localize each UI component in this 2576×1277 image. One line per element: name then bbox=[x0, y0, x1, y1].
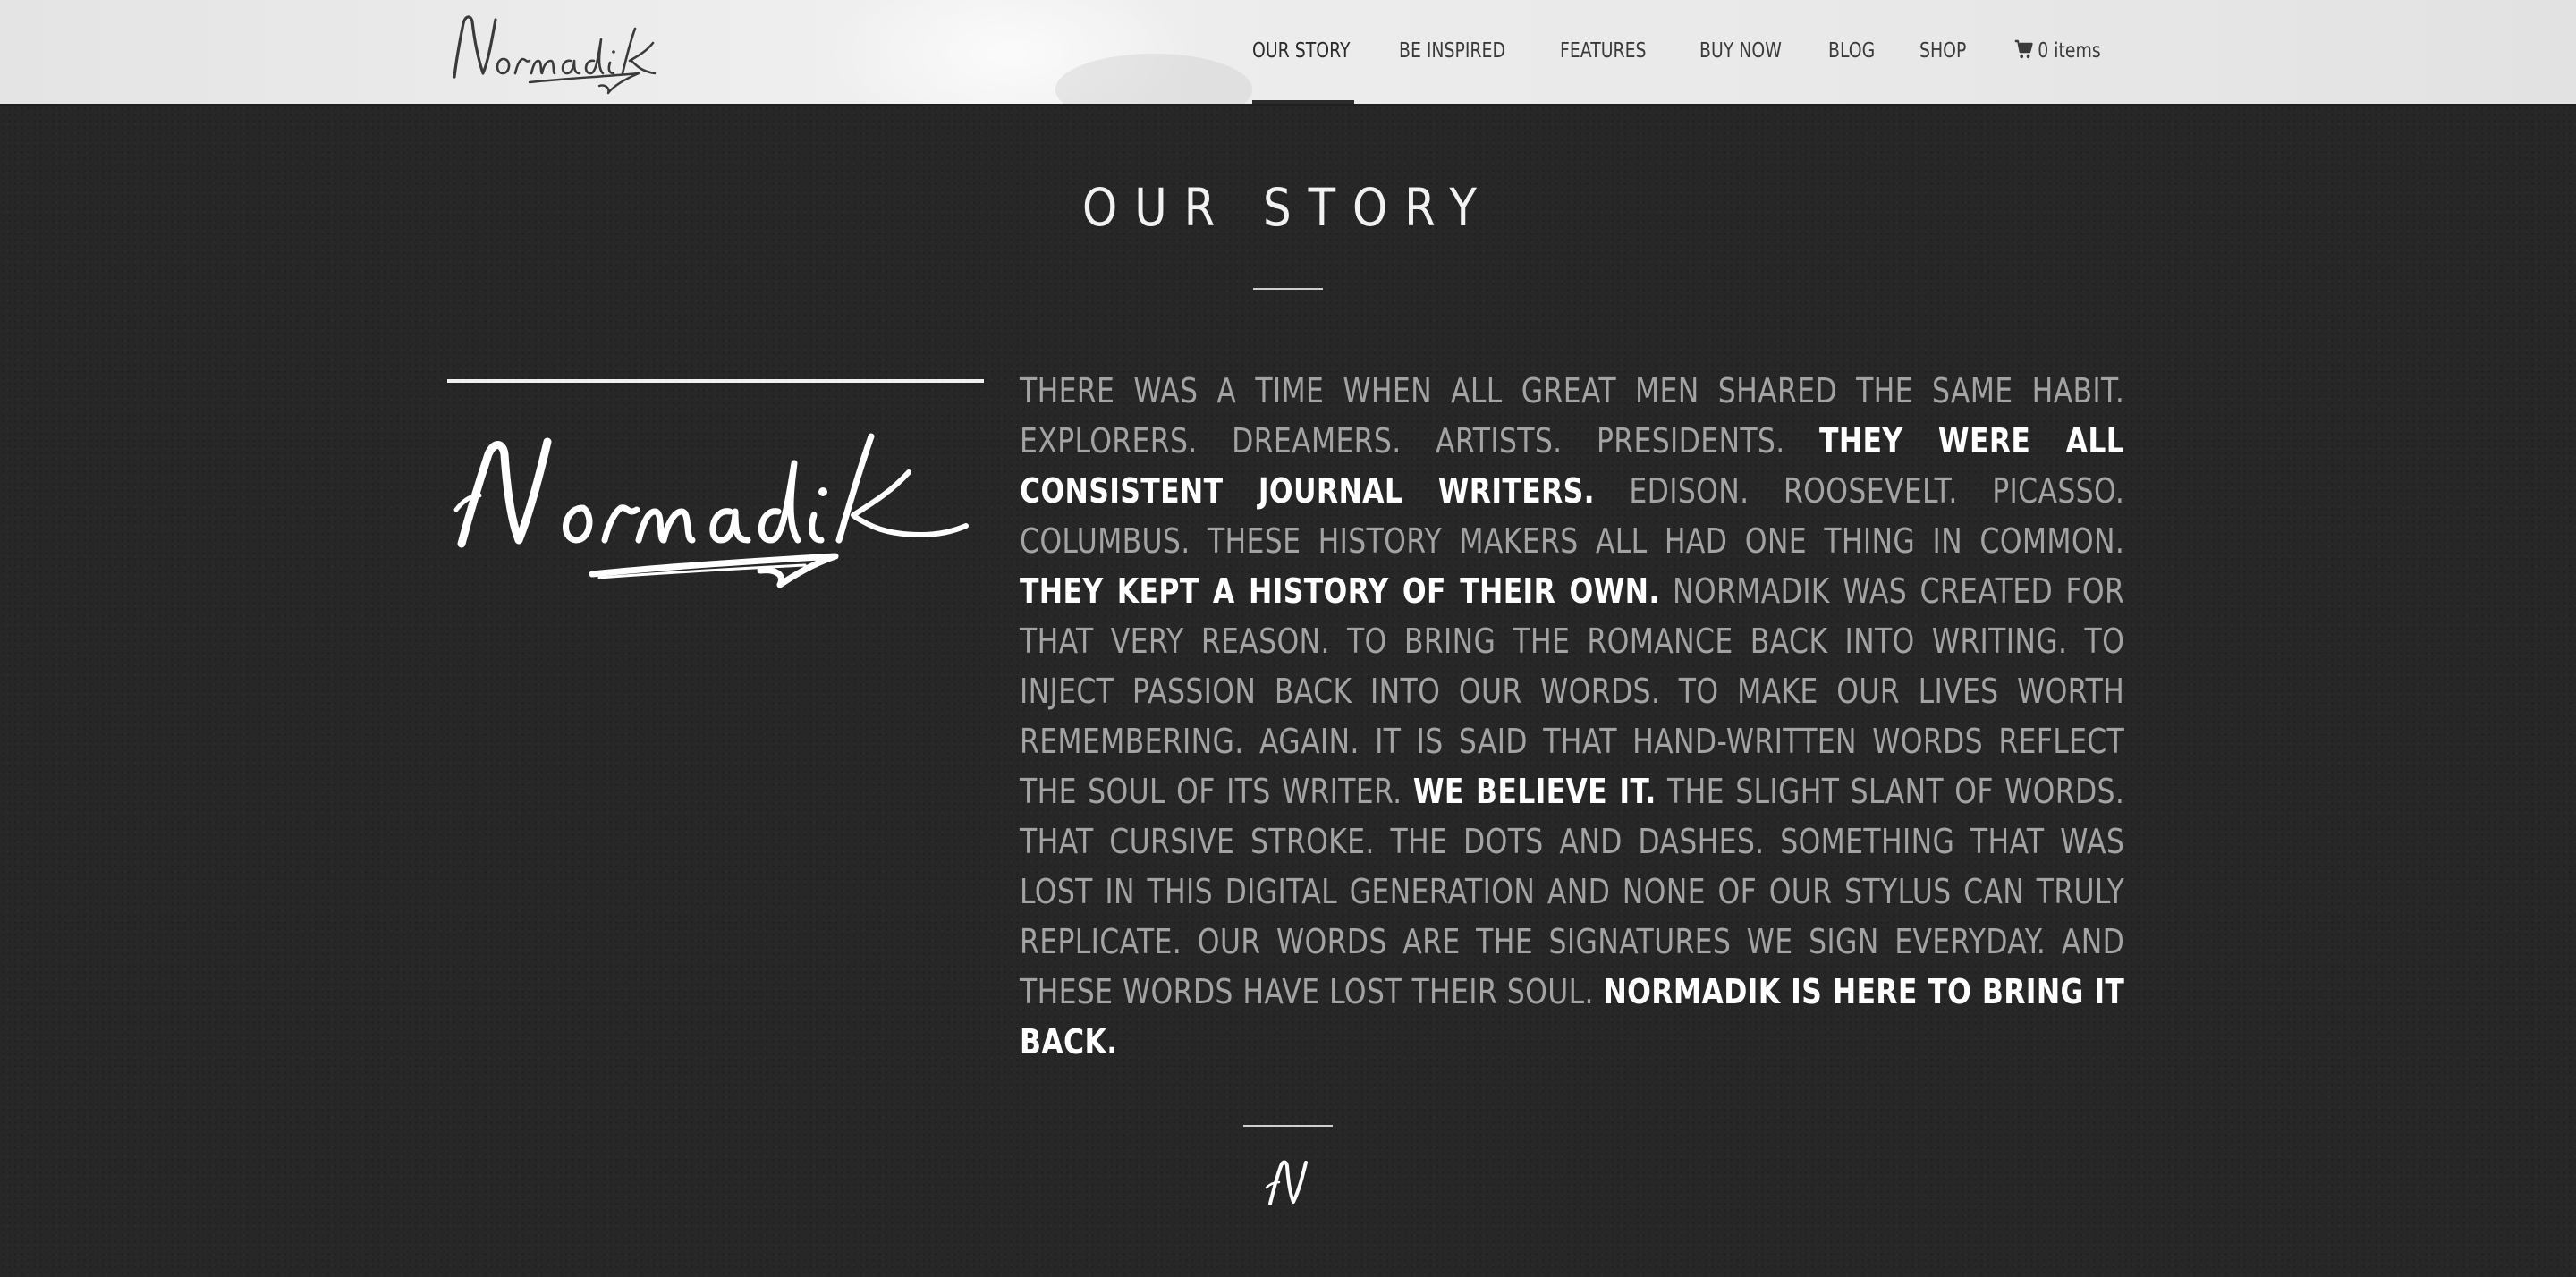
nav-item-features[interactable]: FEATURES bbox=[1560, 39, 1647, 63]
our-story-section: OUR STORY THERE WAS A TIME WHEN ALL GREA… bbox=[0, 106, 2576, 1277]
nav-item-our-story[interactable]: OUR STORY bbox=[1252, 39, 1351, 63]
page-title: OUR STORY bbox=[1082, 177, 1494, 238]
nav-item-cart[interactable]: 0 items bbox=[2014, 39, 2101, 63]
nav-item-shop[interactable]: SHOP bbox=[1919, 39, 1966, 63]
story-paragraph: There was a time when all great men shar… bbox=[1020, 367, 2124, 1068]
bottom-divider bbox=[1243, 1125, 1333, 1127]
normadik-logo[interactable] bbox=[447, 7, 689, 97]
cart-count-label: 0 items bbox=[2038, 39, 2101, 63]
story-text: There was a time when all great men shar… bbox=[1020, 367, 2125, 1068]
site-header: OUR STORY BE INSPIRED FEATURES BUY NOW B… bbox=[0, 0, 2576, 106]
normadik-monogram-icon bbox=[1265, 1160, 1308, 1205]
logo-divider bbox=[447, 379, 984, 383]
nav-item-be-inspired[interactable]: BE INSPIRED bbox=[1399, 39, 1505, 63]
story-highlight: They kept a history of their own. bbox=[1020, 571, 1660, 612]
normadik-signature-logo bbox=[453, 433, 969, 588]
title-divider bbox=[1253, 288, 1323, 290]
nav-item-buy-now[interactable]: BUY NOW bbox=[1699, 39, 1782, 63]
story-highlight: We believe it. bbox=[1412, 772, 1657, 812]
shopping-cart-icon bbox=[2014, 39, 2033, 59]
active-nav-indicator bbox=[1252, 100, 1354, 104]
nav-item-blog[interactable]: BLOG bbox=[1828, 39, 1875, 63]
